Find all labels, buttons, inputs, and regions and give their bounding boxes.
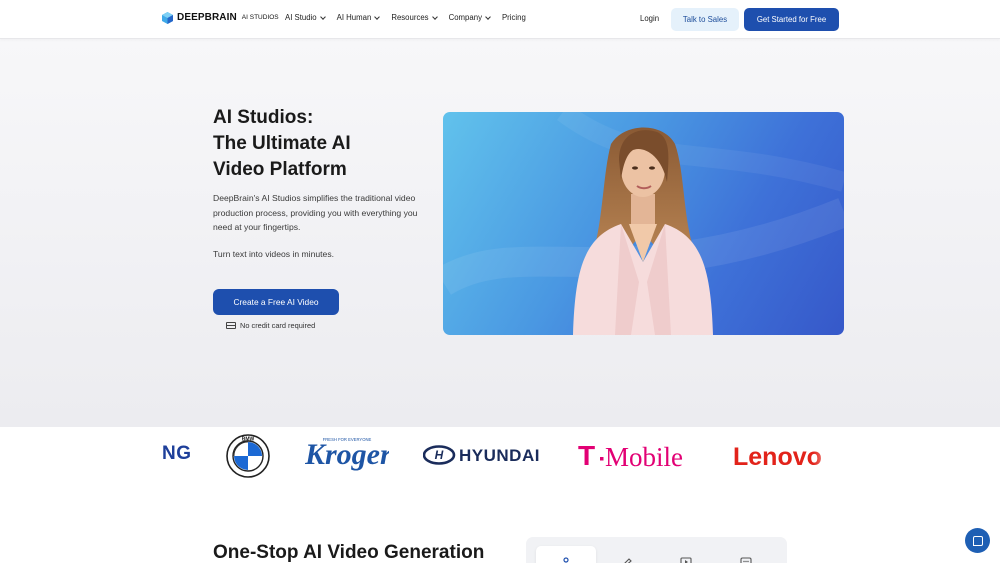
chevron-down-icon (374, 13, 381, 20)
chevron-down-icon (319, 13, 326, 20)
nav-ai-human-label: AI Human (336, 13, 372, 22)
page: DEEPBRAIN AI STUDIOS AI Studio AI Human … (0, 0, 1000, 563)
get-started-button[interactable]: Get Started for Free (744, 8, 839, 31)
nav-pricing[interactable]: Pricing (502, 13, 526, 22)
main-nav: AI Studio AI Human Resources Company Pri… (285, 13, 526, 22)
hero-subline: Turn text into videos in minutes. (213, 249, 335, 259)
kroger-wordmark: Kroger (305, 438, 389, 471)
client-logos-strip: NG BMW FRESH FOR EVERYONE Kroger H HYUND… (0, 427, 1000, 487)
no-credit-card-text: No credit card required (240, 321, 316, 330)
support-chat-button[interactable] (965, 528, 990, 553)
nav-company-label: Company (448, 13, 482, 22)
lenovo-wordmark: Lenovo (733, 443, 822, 471)
logo-sub-text: AI STUDIOS (241, 14, 279, 21)
login-link[interactable]: Login (640, 14, 659, 23)
avatar-tab-icon[interactable] (560, 554, 572, 563)
nav-pricing-label: Pricing (501, 13, 526, 22)
svg-text:H: H (435, 448, 444, 462)
bmw-logo: BMW (226, 434, 270, 478)
create-free-video-button[interactable]: Create a Free AI Video (213, 289, 339, 315)
nav-company[interactable]: Company (448, 13, 491, 22)
tmobile-t: T (578, 440, 595, 471)
nav-resources[interactable]: Resources (391, 13, 438, 22)
hero-title-line-1: AI Studios: (213, 107, 314, 128)
ai-avatar-illustration (443, 112, 844, 335)
lenovo-logo: Lenovo (733, 441, 837, 471)
nav-ai-human[interactable]: AI Human (336, 13, 381, 22)
svg-text:BMW: BMW (242, 437, 255, 443)
tmobile-logo: T Mobile (578, 439, 698, 471)
partial-logo-text: NG (162, 443, 192, 464)
site-header: DEEPBRAIN AI STUDIOS AI Studio AI Human … (0, 0, 1000, 39)
nav-ai-studio-label: AI Studio (285, 13, 317, 22)
hero-section: AI Studios: The Ultimate AI Video Platfo… (0, 39, 1000, 427)
hyundai-wordmark: HYUNDAI (459, 446, 540, 465)
tmobile-wordmark: Mobile (605, 442, 683, 471)
hero-title-line-3: Video Platform (213, 159, 347, 180)
hero-title-line-2: The Ultimate AI (213, 133, 351, 154)
feature-tabs (526, 537, 787, 563)
deepbrain-logo[interactable]: DEEPBRAIN AI STUDIOS (162, 12, 279, 24)
edit-tab-icon[interactable] (620, 554, 632, 563)
chevron-down-icon (431, 13, 438, 20)
chat-icon (972, 535, 983, 546)
section-title: One-Stop AI Video Generation (213, 542, 485, 563)
chat-tab-icon[interactable] (740, 554, 752, 563)
hero-video-preview[interactable] (443, 112, 844, 335)
logo-brand-text: DEEPBRAIN (177, 12, 237, 23)
deepbrain-logo-icon (162, 12, 173, 24)
hyundai-logo: H HYUNDAI (423, 445, 543, 465)
hero-description: DeepBrain's AI Studios simplifies the tr… (213, 193, 418, 233)
video-tab-icon[interactable] (680, 554, 692, 563)
hero-title: AI Studios: The Ultimate AI Video Platfo… (213, 105, 433, 183)
nav-resources-label: Resources (391, 13, 429, 22)
kroger-logo: FRESH FOR EVERYONE Kroger (305, 433, 389, 479)
credit-card-icon (226, 322, 236, 329)
talk-to-sales-button[interactable]: Talk to Sales (671, 8, 739, 31)
nav-ai-studio[interactable]: AI Studio (285, 13, 326, 22)
chevron-down-icon (485, 13, 491, 20)
no-credit-card-note: No credit card required (226, 321, 315, 330)
